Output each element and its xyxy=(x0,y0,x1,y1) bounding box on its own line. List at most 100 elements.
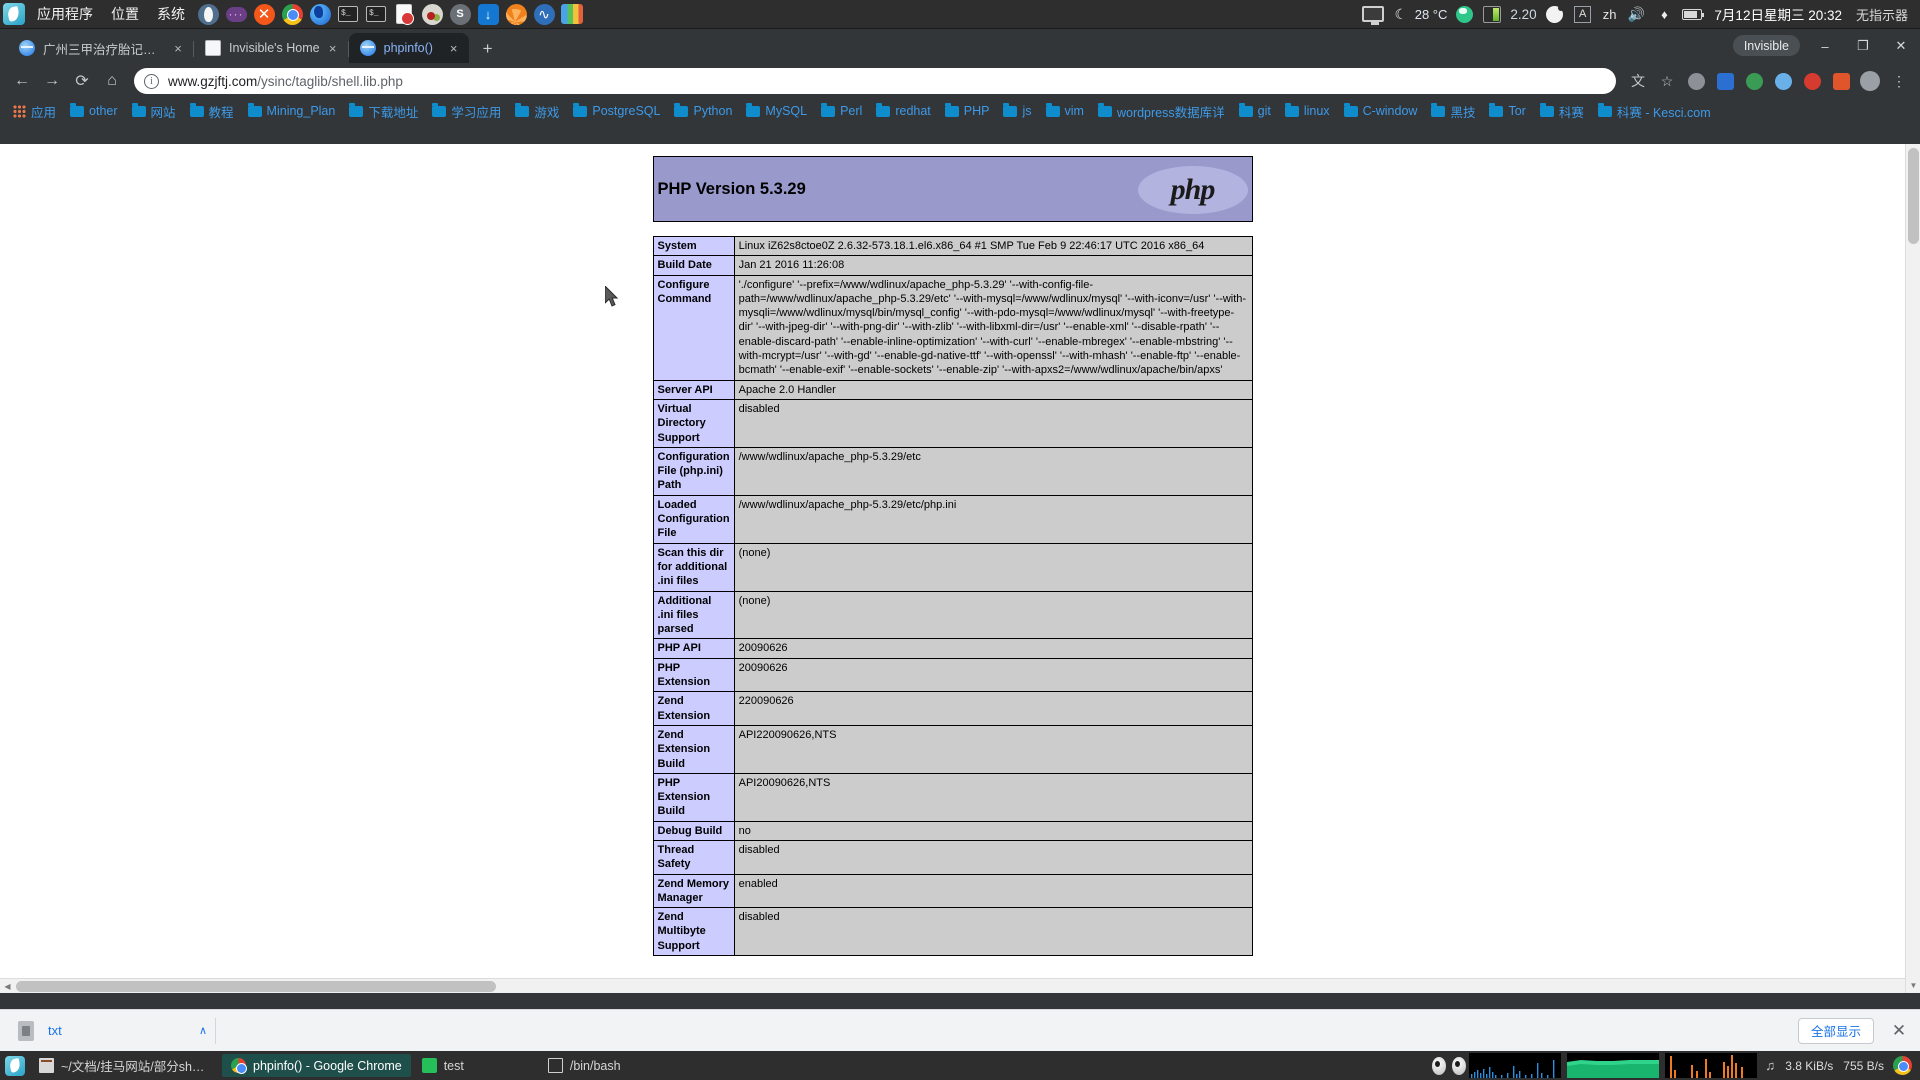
bookmark-item-12[interactable]: redhat xyxy=(869,101,937,121)
monitor-icon[interactable] xyxy=(1361,2,1385,26)
horizontal-scrollbar[interactable]: ◀ xyxy=(0,978,1905,993)
menu-applications[interactable]: 应用程序 xyxy=(28,0,102,29)
close-shelf-icon[interactable]: ✕ xyxy=(1888,1021,1910,1041)
bookmark-item-14[interactable]: js xyxy=(996,101,1038,121)
scroll-left-arrow[interactable]: ◀ xyxy=(0,979,15,993)
task-bash[interactable]: /bin/bash xyxy=(539,1054,630,1077)
s-circle-icon[interactable]: S xyxy=(447,1,473,27)
language-indicator[interactable]: zh xyxy=(1597,7,1623,22)
bookmark-item-13[interactable]: PHP xyxy=(938,101,997,121)
bookmark-item-0[interactable]: 应用 xyxy=(6,101,63,121)
shield-ext-icon[interactable] xyxy=(1712,68,1738,94)
profile-badge[interactable]: Invisible xyxy=(1732,35,1800,56)
bookmark-item-21[interactable]: Tor xyxy=(1482,101,1532,121)
bookmark-item-7[interactable]: 游戏 xyxy=(508,101,566,121)
terminal-icon[interactable]: $_ xyxy=(335,1,361,27)
dolphin-logo-icon[interactable] xyxy=(1,1,27,27)
cpu-icon[interactable] xyxy=(1480,2,1504,26)
notification-indicator[interactable]: 无指示器 xyxy=(1850,5,1914,24)
forward-button[interactable]: → xyxy=(38,67,66,95)
tab-close-icon[interactable]: × xyxy=(447,41,461,56)
bookmark-item-1[interactable]: other xyxy=(63,101,125,121)
vertical-scroll-thumb[interactable] xyxy=(1908,148,1919,244)
task-label: test xyxy=(443,1058,464,1073)
chat-icon[interactable] xyxy=(223,1,249,27)
translate-icon[interactable]: 文 xyxy=(1625,68,1651,94)
bookmark-item-2[interactable]: 网站 xyxy=(125,101,183,121)
home-button[interactable]: ⌂ xyxy=(98,67,126,95)
bookmark-item-9[interactable]: Python xyxy=(667,101,739,121)
bookmark-item-16[interactable]: wordpress数据库详 xyxy=(1091,101,1232,121)
show-all-downloads-button[interactable]: 全部显示 xyxy=(1797,1017,1874,1044)
chrome-icon[interactable] xyxy=(279,1,305,27)
menu-system[interactable]: 系统 xyxy=(148,0,194,29)
address-bar[interactable]: i www.gzjftj.com /ysinc/taglib/shell.lib… xyxy=(134,68,1616,94)
green-ext-icon[interactable] xyxy=(1741,68,1767,94)
volume-icon[interactable]: 🔊 xyxy=(1624,2,1648,26)
blue-ext-icon[interactable] xyxy=(1770,68,1796,94)
bookmark-item-20[interactable]: 黑技 xyxy=(1424,101,1482,121)
wave-icon[interactable] xyxy=(531,1,557,27)
bookmark-item-19[interactable]: C-window xyxy=(1337,101,1425,121)
taskbar-dolphin-icon[interactable] xyxy=(0,1051,30,1080)
bookmark-item-3[interactable]: 教程 xyxy=(183,101,241,121)
tab-close-icon[interactable]: × xyxy=(171,41,185,56)
phpinfo-container: PHP Version 5.3.29 php System Linux iZ62s… xyxy=(652,156,1253,957)
chrome-tray-icon[interactable] xyxy=(1893,1056,1912,1075)
bookmark-item-8[interactable]: PostgreSQL xyxy=(566,101,667,121)
new-tab-button[interactable]: + xyxy=(474,35,502,63)
minimize-button[interactable]: – xyxy=(1806,29,1844,63)
sound-icon[interactable]: ♫ xyxy=(1760,1056,1780,1076)
close-button[interactable]: ✕ xyxy=(1882,29,1920,63)
disk-graph xyxy=(1665,1053,1758,1078)
globe-icon[interactable] xyxy=(1452,2,1476,26)
vertical-scrollbar[interactable]: ▲ ▼ xyxy=(1905,144,1920,993)
bookmark-item-6[interactable]: 学习应用 xyxy=(425,101,508,121)
maximize-button[interactable]: ❐ xyxy=(1844,29,1882,63)
puzzle-ext-icon[interactable] xyxy=(1683,68,1709,94)
orange-icon[interactable] xyxy=(503,1,529,27)
penguin-icon[interactable] xyxy=(195,1,221,27)
chevron-up-icon[interactable]: ∧ xyxy=(199,1024,207,1037)
scroll-down-arrow[interactable]: ▼ xyxy=(1906,978,1920,993)
firefox-icon[interactable] xyxy=(307,1,333,27)
bookmark-item-10[interactable]: MySQL xyxy=(739,101,814,121)
bookmark-item-17[interactable]: git xyxy=(1232,101,1278,121)
bookmark-item-15[interactable]: vim xyxy=(1039,101,1091,121)
bookmark-item-11[interactable]: Perl xyxy=(814,101,869,121)
chrome-menu-button[interactable]: ⋮ xyxy=(1886,68,1912,94)
amp-icon[interactable] xyxy=(1543,2,1567,26)
terminal2-icon[interactable]: $_ xyxy=(363,1,389,27)
tab-2[interactable]: phpinfo() × xyxy=(348,33,469,63)
task-editor[interactable]: ~/文档/挂马网站/部分shell... xyxy=(30,1054,220,1077)
bookmark-item-23[interactable]: 科赛 - Kesci.com xyxy=(1591,101,1718,121)
cherry-icon[interactable] xyxy=(419,1,445,27)
menu-places[interactable]: 位置 xyxy=(102,0,148,29)
download-item[interactable]: txt ∧ xyxy=(10,1015,215,1047)
xchat-icon[interactable] xyxy=(251,1,277,27)
document-icon[interactable] xyxy=(391,1,417,27)
horizontal-scroll-thumb[interactable] xyxy=(16,981,496,992)
orange-ext-icon[interactable] xyxy=(1828,68,1854,94)
task-chrome[interactable]: phpinfo() - Google Chrome xyxy=(222,1054,411,1077)
download-icon[interactable] xyxy=(475,1,501,27)
avatar-icon[interactable] xyxy=(1857,68,1883,94)
clock-label[interactable]: 7月12日星期三 20:32 xyxy=(1706,4,1850,24)
bookmark-item-5[interactable]: 下载地址 xyxy=(342,101,425,121)
bookmark-item-4[interactable]: Mining_Plan xyxy=(241,101,343,121)
task-test[interactable]: test xyxy=(413,1054,473,1077)
star-icon[interactable]: ☆ xyxy=(1654,68,1680,94)
bookmark-item-18[interactable]: linux xyxy=(1278,101,1337,121)
bookmark-item-22[interactable]: 科赛 xyxy=(1533,101,1591,121)
back-button[interactable]: ← xyxy=(8,67,36,95)
ime-box-icon[interactable]: A xyxy=(1571,2,1595,26)
reload-button[interactable]: ⟳ xyxy=(68,67,96,95)
battery-icon[interactable] xyxy=(1680,2,1705,26)
network-icon[interactable]: ♦ xyxy=(1652,2,1676,26)
paint-icon[interactable] xyxy=(559,1,585,27)
tab-close-icon[interactable]: × xyxy=(326,41,340,56)
tab-1[interactable]: Invisible's Home × xyxy=(194,33,349,63)
info-icon[interactable]: i xyxy=(144,73,159,89)
tab-0[interactable]: 广州三甲治疗胎记的医 × xyxy=(8,33,194,63)
red-ext-icon[interactable] xyxy=(1799,68,1825,94)
